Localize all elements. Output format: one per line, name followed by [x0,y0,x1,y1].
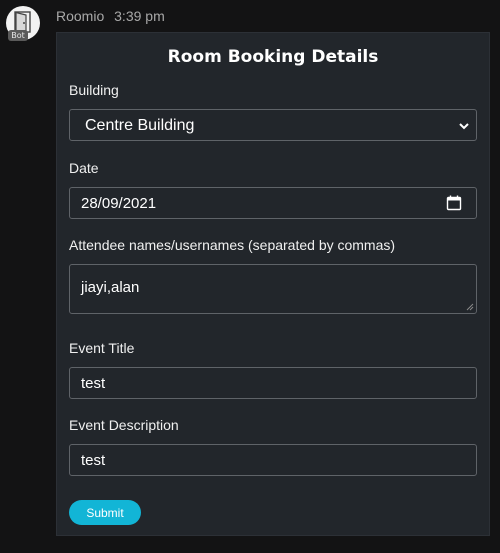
event-title-label: Event Title [69,340,135,356]
booking-form-card: Room Booking Details Building Centre Bui… [56,32,490,536]
chat-message: Bot Roomio 3:39 pm Room Booking Details … [0,0,500,553]
resize-grip-icon[interactable] [466,303,474,311]
event-description-input[interactable]: test [69,444,477,476]
event-description-value: test [81,452,106,469]
chevron-down-icon [459,123,469,130]
date-label: Date [69,160,99,176]
message-timestamp: 3:39 pm [114,8,165,24]
building-selected-value: Centre Building [85,117,195,134]
bot-badge: Bot [8,30,28,41]
form-title: Room Booking Details [167,47,379,67]
event-title-input[interactable]: test [69,367,477,399]
submit-button[interactable]: Submit [69,500,141,525]
message-header: Roomio 3:39 pm [56,7,165,25]
calendar-icon[interactable] [446,195,462,211]
author-name[interactable]: Roomio [56,8,104,24]
attendees-value: jiayi,alan [81,279,140,296]
date-input[interactable]: 28/09/2021 [69,187,477,219]
bot-avatar[interactable]: Bot [6,6,40,41]
building-select[interactable]: Centre Building [69,109,477,141]
attendees-label: Attendee names/usernames (separated by c… [69,237,396,253]
building-label: Building [69,82,119,98]
date-value: 28/09/2021 [81,195,157,212]
event-title-value: test [81,375,106,392]
attendees-textarea[interactable]: jiayi,alan [69,264,477,314]
event-description-label: Event Description [69,417,179,433]
